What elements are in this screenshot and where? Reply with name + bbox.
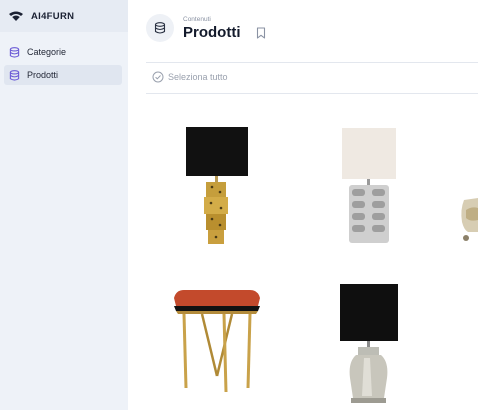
database-icon: [9, 46, 20, 58]
brand-name: AI4FURN: [31, 10, 75, 22]
breadcrumb[interactable]: Contenuti: [183, 16, 241, 23]
product-thumbnail: [340, 284, 398, 403]
sidebar-item-categorie[interactable]: Categorie: [4, 42, 122, 62]
product-card[interactable]: [162, 113, 272, 253]
divider: [146, 62, 478, 63]
database-icon: [9, 69, 20, 81]
sidebar-nav: Categorie Prodotti: [0, 32, 128, 85]
brand[interactable]: AI4FURN: [0, 0, 128, 32]
select-all-label: Seleziona tutto: [168, 72, 228, 82]
sidebar-item-prodotti[interactable]: Prodotti: [4, 65, 122, 85]
select-all-button[interactable]: Seleziona tutto: [152, 71, 228, 83]
page-title: Prodotti: [183, 23, 241, 41]
product-card[interactable]: [306, 278, 426, 408]
wifi-icon: [9, 11, 23, 21]
product-card[interactable]: [162, 280, 272, 405]
sidebar-item-label: Prodotti: [27, 70, 59, 80]
product-card[interactable]: [454, 180, 478, 250]
sidebar: AI4FURN Categorie Prodotti: [0, 0, 128, 410]
divider: [146, 93, 478, 94]
bookmark-icon[interactable]: [256, 26, 266, 39]
product-card[interactable]: [306, 113, 426, 253]
page-header: Contenuti Prodotti: [146, 14, 266, 42]
sidebar-item-label: Categorie: [27, 47, 67, 57]
main-content: Contenuti Prodotti Seleziona tutto: [128, 0, 478, 410]
check-circle-icon: [152, 71, 164, 83]
product-thumbnail: [186, 127, 248, 244]
product-thumbnail: [174, 290, 260, 393]
product-thumbnail: [342, 128, 396, 243]
database-icon: [146, 14, 174, 42]
product-thumbnail: [461, 198, 478, 241]
